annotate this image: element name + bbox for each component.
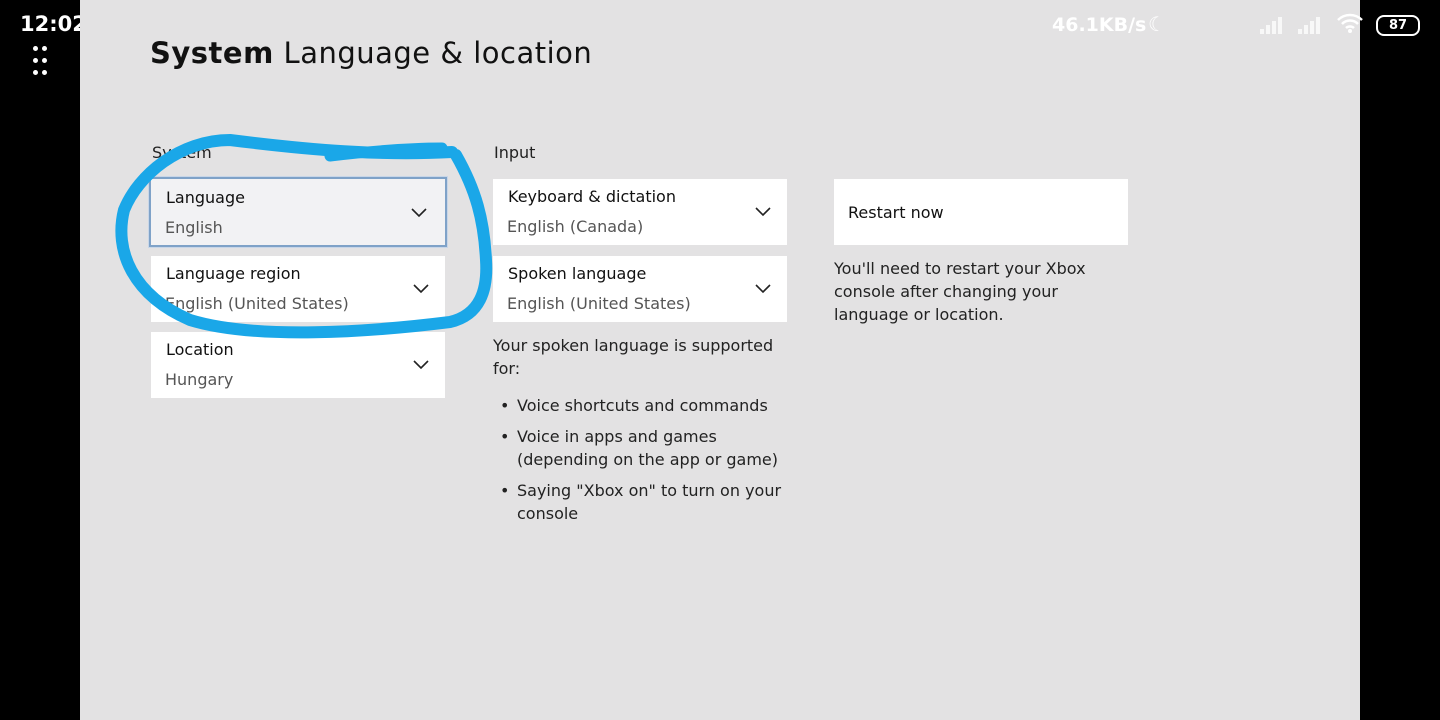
menu-dots-icon[interactable] bbox=[33, 46, 47, 76]
voice-feature-list: Voice shortcuts and commands Voice in ap… bbox=[492, 394, 792, 533]
spoken-language-dropdown[interactable]: Spoken language English (United States) bbox=[493, 256, 787, 322]
language-value: English bbox=[165, 218, 223, 237]
page-title-strong: System bbox=[150, 36, 274, 70]
list-item: Saying "Xbox on" to turn on your console bbox=[492, 479, 792, 525]
spoken-language-value: English (United States) bbox=[507, 294, 691, 313]
list-item: Voice shortcuts and commands bbox=[492, 394, 792, 417]
xbox-settings-screen: System Language & location System Langua… bbox=[80, 0, 1360, 720]
chevron-down-icon bbox=[411, 208, 427, 218]
restart-now-button[interactable]: Restart now bbox=[834, 179, 1128, 245]
keyboard-dictation-value: English (Canada) bbox=[507, 217, 644, 236]
language-region-label: Language region bbox=[166, 264, 301, 283]
chevron-down-icon bbox=[755, 207, 771, 217]
location-dropdown[interactable]: Location Hungary bbox=[151, 332, 445, 398]
location-label: Location bbox=[166, 340, 234, 359]
chevron-down-icon bbox=[413, 284, 429, 294]
network-speed: 46.1KB/s bbox=[1052, 14, 1147, 36]
language-dropdown[interactable]: Language English bbox=[149, 177, 447, 247]
signal-icon bbox=[1298, 14, 1328, 34]
chevron-down-icon bbox=[755, 284, 771, 294]
page-title-rest: Language & location bbox=[283, 36, 593, 70]
page-title: System Language & location bbox=[150, 36, 592, 70]
language-region-value: English (United States) bbox=[165, 294, 349, 313]
keyboard-dictation-dropdown[interactable]: Keyboard & dictation English (Canada) bbox=[493, 179, 787, 245]
status-bar-left: 12:02 bbox=[0, 0, 87, 720]
language-region-dropdown[interactable]: Language region English (United States) bbox=[151, 256, 445, 322]
keyboard-dictation-label: Keyboard & dictation bbox=[508, 187, 676, 206]
chevron-down-icon bbox=[413, 360, 429, 370]
language-label: Language bbox=[166, 188, 245, 207]
clock: 12:02 bbox=[20, 12, 87, 36]
location-value: Hungary bbox=[165, 370, 234, 389]
do-not-disturb-icon: ☾ bbox=[1148, 12, 1166, 36]
input-section-label: Input bbox=[494, 143, 536, 162]
restart-now-label: Restart now bbox=[848, 203, 944, 222]
restart-note: You'll need to restart your Xbox console… bbox=[834, 259, 1086, 324]
list-item: Voice in apps and games (depending on th… bbox=[492, 425, 792, 471]
signal-icon bbox=[1260, 14, 1290, 34]
battery-icon: 87 bbox=[1376, 15, 1420, 36]
system-section-label: System bbox=[152, 143, 212, 162]
spoken-language-label: Spoken language bbox=[508, 264, 647, 283]
status-bar-right bbox=[1360, 0, 1440, 720]
wifi-icon bbox=[1336, 12, 1364, 39]
spoken-language-support-note: Your spoken language is supported for: bbox=[493, 336, 774, 378]
